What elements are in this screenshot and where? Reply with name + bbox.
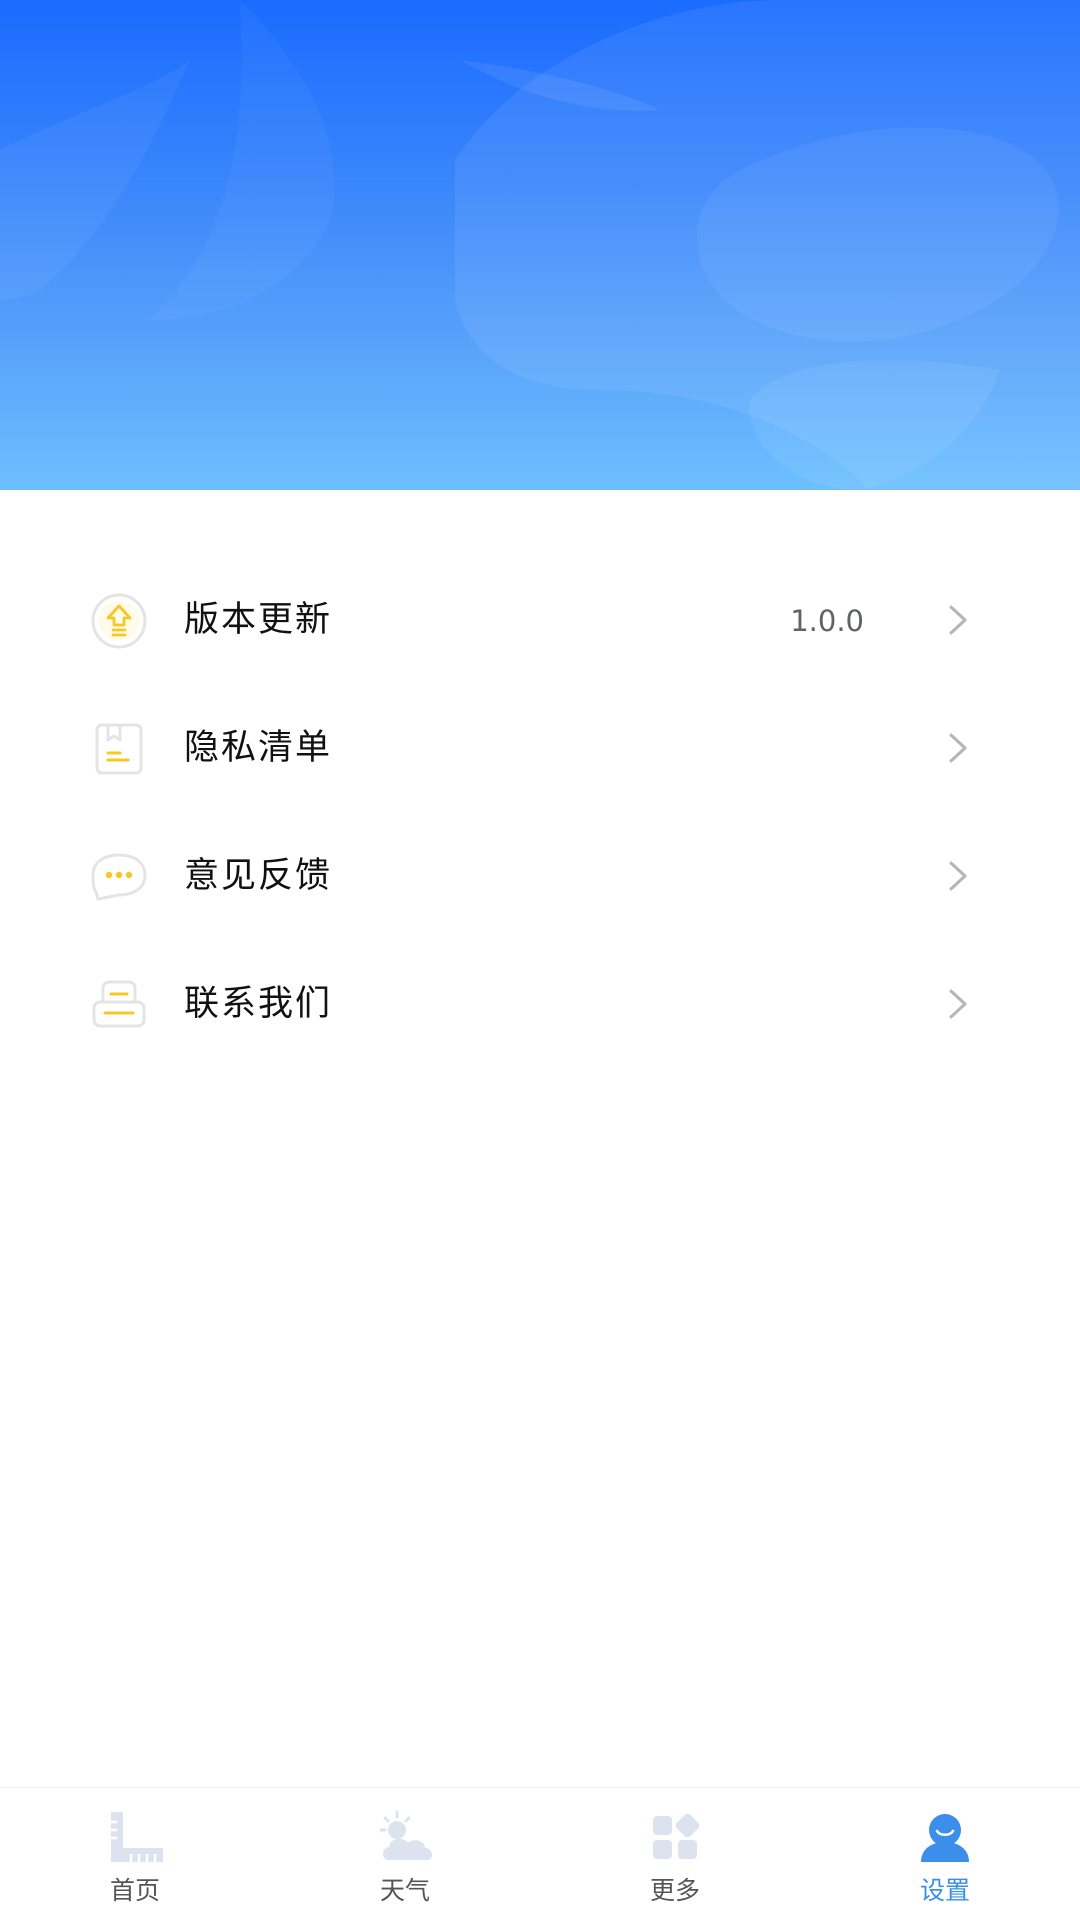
settings-list: 版本更新 1.0.0 隐私清单 意见反馈 联系我们 <box>0 556 1080 1068</box>
bottom-tab-bar: 首页 天气 更多 设置 <box>0 1787 1080 1920</box>
version-number: 1.0.0 <box>790 604 864 638</box>
settings-screen: 版本更新 1.0.0 隐私清单 意见反馈 联系我们 首页 天气 更多 设置 <box>0 0 1080 1920</box>
tab-more-label: 更多 <box>649 1876 700 1905</box>
version-update-label: 版本更新 <box>184 600 333 640</box>
settings-row-privacy-list[interactable]: 隐私清单 <box>0 684 1080 812</box>
ruler-icon <box>111 1812 163 1862</box>
tab-weather-label: 天气 <box>379 1876 430 1905</box>
contact-us-label: 联系我们 <box>184 984 333 1024</box>
header-banner <box>0 0 1080 490</box>
grid-icon <box>653 1813 700 1859</box>
feedback-label: 意见反馈 <box>184 856 333 896</box>
user-icon <box>921 1814 969 1862</box>
tab-home[interactable]: 首页 <box>0 1788 270 1920</box>
chevron-right-icon <box>949 733 967 763</box>
chevron-right-icon <box>949 989 967 1019</box>
chevron-right-icon <box>949 861 967 891</box>
settings-row-feedback[interactable]: 意见反馈 <box>0 812 1080 940</box>
chat-bubble-icon <box>91 853 147 901</box>
tab-more[interactable]: 更多 <box>540 1788 810 1920</box>
privacy-list-label: 隐私清单 <box>184 728 333 768</box>
chevron-right-icon <box>949 605 967 635</box>
tab-weather[interactable]: 天气 <box>270 1788 540 1920</box>
tab-settings[interactable]: 设置 <box>810 1788 1080 1920</box>
weather-icon <box>379 1810 433 1860</box>
upgrade-arrow-icon <box>91 593 147 649</box>
settings-row-version-update[interactable]: 版本更新 1.0.0 <box>0 556 1080 684</box>
tab-home-label: 首页 <box>109 1876 160 1905</box>
contact-icon <box>92 980 146 1028</box>
tab-settings-label: 设置 <box>919 1876 970 1905</box>
privacy-list-icon <box>95 723 143 775</box>
settings-row-contact-us[interactable]: 联系我们 <box>0 940 1080 1068</box>
banner-decoration <box>0 0 1080 490</box>
